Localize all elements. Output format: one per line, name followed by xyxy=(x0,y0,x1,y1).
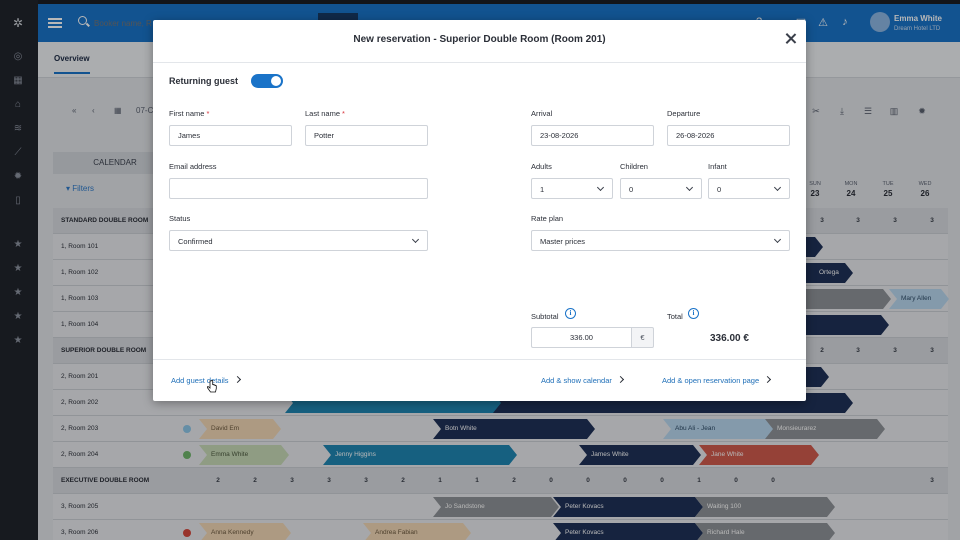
chevron-down-icon xyxy=(411,235,420,244)
chevron-down-icon xyxy=(596,183,605,192)
chevron-down-icon xyxy=(773,235,782,244)
chevron-right-icon xyxy=(233,375,241,384)
children-value: 0 xyxy=(629,185,634,194)
first-name-label: First name * xyxy=(169,109,209,118)
last-name-label: Last name * xyxy=(305,109,345,118)
departure-field[interactable] xyxy=(667,125,790,146)
add-guest-details-label: Add guest details xyxy=(171,376,229,385)
status-select[interactable]: Confirmed xyxy=(169,230,428,251)
required-mark: * xyxy=(342,109,345,118)
last-name-label-text: Last name xyxy=(305,109,341,118)
infant-label: Infant xyxy=(708,162,727,171)
add-open-reservation-link[interactable]: Add & open reservation page xyxy=(662,375,772,385)
add-open-reservation-label: Add & open reservation page xyxy=(662,376,760,385)
subtotal-label: Subtotal xyxy=(531,312,559,321)
required-mark: * xyxy=(206,109,210,118)
arrival-field[interactable] xyxy=(531,125,654,146)
add-guest-details-link[interactable]: Add guest details xyxy=(171,375,241,385)
chevron-down-icon xyxy=(773,183,782,192)
divider xyxy=(153,359,806,360)
returning-guest-toggle[interactable] xyxy=(251,74,283,88)
new-reservation-modal: New reservation - Superior Double Room (… xyxy=(153,20,806,401)
adults-select[interactable]: 1 xyxy=(531,178,613,199)
currency-label: € xyxy=(631,327,654,348)
rate-plan-select[interactable]: Master prices xyxy=(531,230,790,251)
first-name-field[interactable] xyxy=(169,125,292,146)
adults-label: Adults xyxy=(531,162,552,171)
info-icon[interactable]: i xyxy=(565,308,576,319)
email-label: Email address xyxy=(169,162,217,171)
add-show-calendar-label: Add & show calendar xyxy=(541,376,612,385)
infant-value: 0 xyxy=(717,185,722,194)
chevron-right-icon xyxy=(616,375,624,384)
total-label: Total xyxy=(667,312,683,321)
infant-select[interactable]: 0 xyxy=(708,178,790,199)
chevron-right-icon xyxy=(764,375,772,384)
hand-cursor-icon xyxy=(207,380,217,393)
departure-label: Departure xyxy=(667,109,701,118)
chevron-down-icon xyxy=(685,183,694,192)
modal-title: New reservation - Superior Double Room (… xyxy=(353,34,606,45)
toggle-knob xyxy=(271,76,281,86)
divider xyxy=(153,62,806,63)
last-name-field[interactable] xyxy=(305,125,428,146)
rate-plan-value: Master prices xyxy=(540,237,586,246)
email-field[interactable] xyxy=(169,178,428,199)
subtotal-field[interactable]: 336.00 xyxy=(531,327,631,348)
rate-plan-label: Rate plan xyxy=(531,214,564,223)
returning-guest-label: Returning guest xyxy=(169,76,238,86)
children-label: Children xyxy=(620,162,648,171)
close-icon[interactable] xyxy=(784,32,798,46)
total-value: 336.00 € xyxy=(710,333,749,344)
status-label: Status xyxy=(169,214,191,223)
add-show-calendar-link[interactable]: Add & show calendar xyxy=(541,375,624,385)
info-icon[interactable]: i xyxy=(688,308,699,319)
status-value: Confirmed xyxy=(178,237,213,246)
children-select[interactable]: 0 xyxy=(620,178,702,199)
arrival-label: Arrival xyxy=(531,109,553,118)
adults-value: 1 xyxy=(540,185,545,194)
first-name-label-text: First name xyxy=(169,109,205,118)
